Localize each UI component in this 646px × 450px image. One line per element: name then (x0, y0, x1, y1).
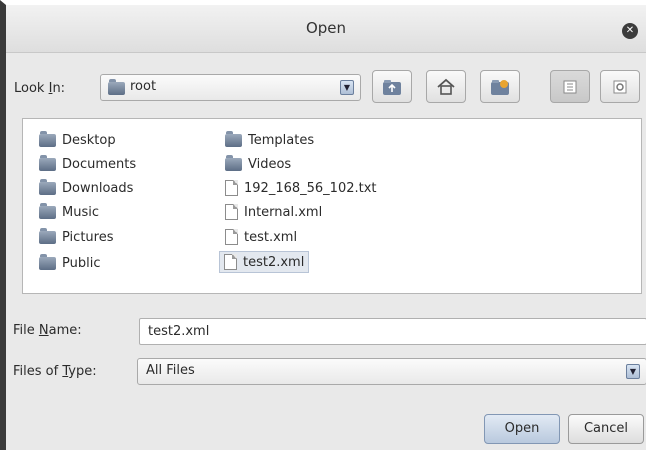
list-item[interactable]: Downloads (35, 177, 137, 199)
folder-icon (39, 202, 56, 219)
folder-icon (39, 154, 56, 171)
item-label: Desktop (62, 132, 116, 148)
home-icon (437, 78, 455, 95)
item-label: Public (62, 255, 101, 271)
list-item[interactable]: Documents (35, 153, 140, 175)
folder-icon (39, 227, 56, 244)
cancel-button[interactable]: Cancel (568, 414, 644, 444)
open-dialog: Open ✕ Look In: root ▼ Desktop Documents… (0, 0, 646, 450)
list-item[interactable]: Pictures (35, 226, 117, 248)
list-item[interactable]: Internal.xml (221, 201, 326, 223)
chevron-down-icon[interactable]: ▼ (340, 80, 354, 95)
details-view-icon (613, 80, 627, 93)
list-item[interactable]: Public (35, 252, 104, 274)
close-icon[interactable]: ✕ (622, 23, 638, 39)
details-view-button[interactable] (600, 70, 640, 103)
item-label: Videos (248, 156, 292, 172)
list-view-icon (563, 80, 577, 93)
item-label: test2.xml (243, 254, 305, 270)
title-bar[interactable]: Open ✕ (6, 5, 646, 53)
item-label: Templates (248, 132, 315, 148)
file-type-label: Files of Type: (13, 364, 97, 379)
open-button[interactable]: Open (484, 414, 560, 444)
file-icon (224, 254, 237, 270)
new-folder-button[interactable] (480, 70, 520, 103)
file-name-input[interactable]: test2.xml (139, 318, 646, 345)
folder-icon (108, 79, 125, 95)
list-view-button[interactable] (550, 70, 590, 103)
folder-up-icon (383, 79, 401, 95)
item-label: 192_168_56_102.txt (244, 180, 377, 196)
item-label: Pictures (62, 229, 114, 245)
item-label: Downloads (62, 180, 134, 196)
look-in-combo[interactable]: root ▼ (100, 74, 361, 101)
folder-icon (225, 154, 242, 171)
file-icon (225, 229, 238, 245)
look-in-value: root (130, 79, 157, 94)
list-item-selected[interactable]: test2.xml (219, 251, 310, 273)
item-label: Documents (62, 156, 137, 172)
file-icon (225, 180, 238, 196)
item-label: test.xml (244, 229, 298, 245)
file-list[interactable]: Desktop Documents Downloads Music Pictur… (22, 118, 642, 294)
item-label: Music (62, 204, 99, 220)
file-name-label: File Name: (13, 323, 82, 338)
dialog-title: Open (305, 19, 347, 37)
folder-icon (225, 130, 242, 147)
file-type-value: All Files (146, 363, 195, 378)
list-item[interactable]: Music (35, 201, 103, 223)
file-icon (225, 204, 238, 220)
file-type-combo[interactable]: All Files ▼ (137, 358, 646, 385)
folder-icon (39, 130, 56, 147)
list-item[interactable]: 192_168_56_102.txt (221, 177, 381, 199)
list-item[interactable]: Templates (221, 129, 318, 151)
look-in-label: Look In: (14, 81, 66, 96)
list-item[interactable]: Desktop (35, 129, 120, 151)
up-one-level-button[interactable] (372, 70, 412, 103)
new-folder-icon (491, 79, 509, 95)
home-button[interactable] (426, 70, 466, 103)
list-item[interactable]: Videos (221, 153, 295, 175)
item-label: Internal.xml (244, 204, 323, 220)
list-item[interactable]: test.xml (221, 226, 301, 248)
folder-icon (39, 178, 56, 195)
chevron-down-icon[interactable]: ▼ (626, 364, 640, 379)
folder-icon (39, 253, 56, 270)
